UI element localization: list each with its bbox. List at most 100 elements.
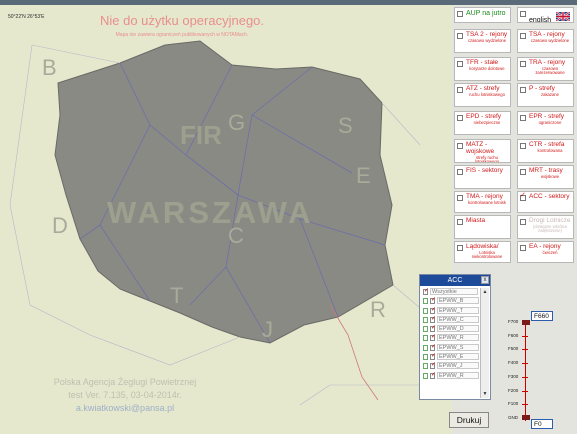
map-view[interactable]: 50°22'N 26°53'E Nie do użytku operacyjne…: [0, 5, 452, 434]
checkbox-icon[interactable]: [457, 115, 463, 121]
checkbox-checked-icon[interactable]: [430, 296, 436, 305]
aup-label: AUP na jutro: [466, 10, 506, 17]
print-button[interactable]: Drukuj: [449, 412, 489, 428]
close-icon[interactable]: x: [481, 276, 489, 284]
checkbox-icon[interactable]: [520, 169, 526, 175]
checkbox-icon[interactable]: [520, 219, 526, 225]
color-checkbox-icon[interactable]: [423, 326, 428, 333]
fir-label: FIR: [180, 120, 222, 150]
checkbox-checked-icon[interactable]: [430, 361, 436, 370]
color-checkbox-icon[interactable]: [423, 316, 428, 323]
checkbox-checked-icon[interactable]: [430, 333, 436, 342]
acc-window-title-bar[interactable]: ACC x: [420, 275, 490, 286]
checkbox-icon[interactable]: [457, 11, 463, 17]
layer-toggle[interactable]: TMA - rejony kontrolowane lotnisk: [454, 191, 511, 213]
altitude-level-label: F700: [508, 319, 519, 324]
layer-name: Miasta: [466, 217, 486, 224]
checkbox-icon[interactable]: [520, 87, 526, 93]
checkbox-checked-icon[interactable]: [430, 343, 436, 351]
aup-checkbox[interactable]: AUP na jutro: [454, 7, 511, 23]
credit-email[interactable]: a.kwiatkowski@pansa.pl: [0, 403, 250, 413]
altitude-level-label: F300: [508, 373, 519, 379]
checkbox-icon[interactable]: [457, 245, 463, 251]
layer-toggle[interactable]: TSA - rejony czasowo wydzielone: [517, 29, 574, 53]
checkbox-checked-icon[interactable]: [423, 287, 429, 295]
checkbox-icon[interactable]: [457, 219, 463, 225]
layer-description: ruchu lotniskowego: [469, 91, 505, 97]
checkbox-icon[interactable]: [520, 61, 526, 67]
lower-altitude-field[interactable]: F0: [531, 419, 553, 429]
acc-sector-name: EPWW_E: [437, 353, 479, 361]
layer-toggle[interactable]: CTR - strefa kontrolowana: [517, 139, 574, 163]
upper-altitude-field[interactable]: F660: [531, 311, 553, 321]
scroll-up-icon[interactable]: ▲: [481, 288, 489, 296]
layer-toggle[interactable]: Lądowiska/Lotniska niekontrolowane: [454, 241, 511, 263]
layer-toggle[interactable]: EA - rejony ćwiczeń: [517, 241, 574, 263]
sector-label: S: [338, 113, 353, 138]
application-window: 50°22'N 26°53'E Nie do użytku operacyjne…: [0, 0, 577, 434]
layer-toggle[interactable]: TSA 2 - rejony czasowo wydzielone: [454, 29, 511, 53]
altitude-track: [525, 322, 526, 421]
checkbox-icon[interactable]: [457, 169, 463, 175]
acc-sector-name: EPWW_C: [437, 315, 479, 323]
checkbox-checked-icon[interactable]: [430, 371, 436, 379]
checkbox-icon[interactable]: [457, 195, 463, 201]
checkbox-icon[interactable]: [520, 115, 526, 121]
acc-sector-name: EPWW_R: [437, 371, 479, 379]
warning-title: Nie do użytku operacyjnego.: [99, 13, 265, 28]
layer-toggle[interactable]: MRT - trasy wojskowe: [517, 165, 574, 189]
altitude-filter: F660 F700 F600 F500 F400 F300 F200 F100 GND F0: [500, 311, 577, 432]
credit-organization: Polska Agencja Żeglugi Powietrznej: [53, 377, 197, 387]
layer-toggle[interactable]: MATZ - wojskowe strefy ruchu lotniskowego: [454, 139, 511, 163]
color-checkbox-icon[interactable]: [423, 372, 428, 379]
checkbox-checked-icon[interactable]: [430, 306, 436, 314]
layer-toggle[interactable]: P - strefy zakazane: [517, 83, 574, 107]
layer-toggle[interactable]: EPR - strefy ograniczone: [517, 111, 574, 135]
acc-list-scrollbar[interactable]: ▲ ▼: [480, 288, 489, 398]
lower-altitude-handle[interactable]: [522, 415, 530, 420]
layer-toggle[interactable]: TRA - rejony czasowo zarezerwowane: [517, 57, 574, 81]
layer-toggle[interactable]: ACC - sektory: [517, 191, 574, 213]
layer-toggle[interactable]: TFR - stałe korytarze dolotowe: [454, 57, 511, 81]
layer-name: FIS - sektory: [466, 167, 503, 174]
checkbox-icon[interactable]: [520, 11, 526, 17]
layer-toggle[interactable]: Drogi Lotnicze (dostępne wkrótce zwiększe…: [517, 215, 574, 239]
color-checkbox-icon[interactable]: [423, 363, 428, 370]
checkbox-icon[interactable]: [457, 61, 463, 67]
acc-sector-name: EPWW_B: [437, 297, 479, 305]
color-checkbox-icon[interactable]: [423, 298, 428, 305]
color-checkbox-icon[interactable]: [423, 307, 428, 314]
acc-sector-name: Wszystkie: [430, 288, 478, 295]
checkbox-icon[interactable]: [457, 143, 463, 149]
checkbox-checked-icon[interactable]: [430, 315, 436, 323]
layer-name: ACC - sektory: [529, 193, 570, 200]
checkbox-checked-icon[interactable]: [430, 324, 436, 333]
altitude-level-label: F500: [508, 346, 519, 352]
upper-altitude-handle[interactable]: [522, 320, 530, 325]
checkbox-checked-icon[interactable]: [430, 352, 436, 361]
layer-toggle[interactable]: ATZ - strefy ruchu lotniskowego: [454, 83, 511, 107]
color-checkbox-icon[interactable]: [423, 344, 428, 351]
layer-toggle[interactable]: Miasta: [454, 215, 511, 239]
credit-version: test Ver. 7.135, 03-04-2014r.: [68, 390, 182, 400]
layer-name: MATZ - wojskowe: [466, 141, 495, 155]
checkbox-icon[interactable]: [457, 33, 463, 39]
checkbox-icon[interactable]: [457, 87, 463, 93]
layer-description: (dostępne wkrótce zwiększenie): [532, 223, 568, 234]
color-checkbox-icon[interactable]: [423, 335, 428, 342]
checkbox-icon[interactable]: [520, 33, 526, 39]
scroll-down-icon[interactable]: ▼: [481, 390, 489, 398]
acc-sector-window: ACC x WszystkieEPWW_BEPWW_TEPWW_CEPWW_DE…: [419, 274, 491, 400]
layer-toggle[interactable]: EPD - strefy niebezpieczne: [454, 111, 511, 135]
acc-sector-item[interactable]: EPWW_R: [421, 371, 489, 381]
sector-label: D: [52, 213, 68, 238]
english-checkbox[interactable]: english: [517, 7, 574, 23]
layer-description: strefy ruchu lotniskowego: [474, 154, 500, 163]
checkbox-icon[interactable]: [520, 143, 526, 149]
checkbox-icon[interactable]: [520, 245, 526, 251]
sector-label: E: [356, 163, 371, 188]
sector-label: T: [170, 283, 184, 308]
color-checkbox-icon[interactable]: [423, 354, 428, 361]
layer-toggle[interactable]: FIS - sektory: [454, 165, 511, 189]
checkbox-checked-icon[interactable]: [520, 192, 526, 201]
